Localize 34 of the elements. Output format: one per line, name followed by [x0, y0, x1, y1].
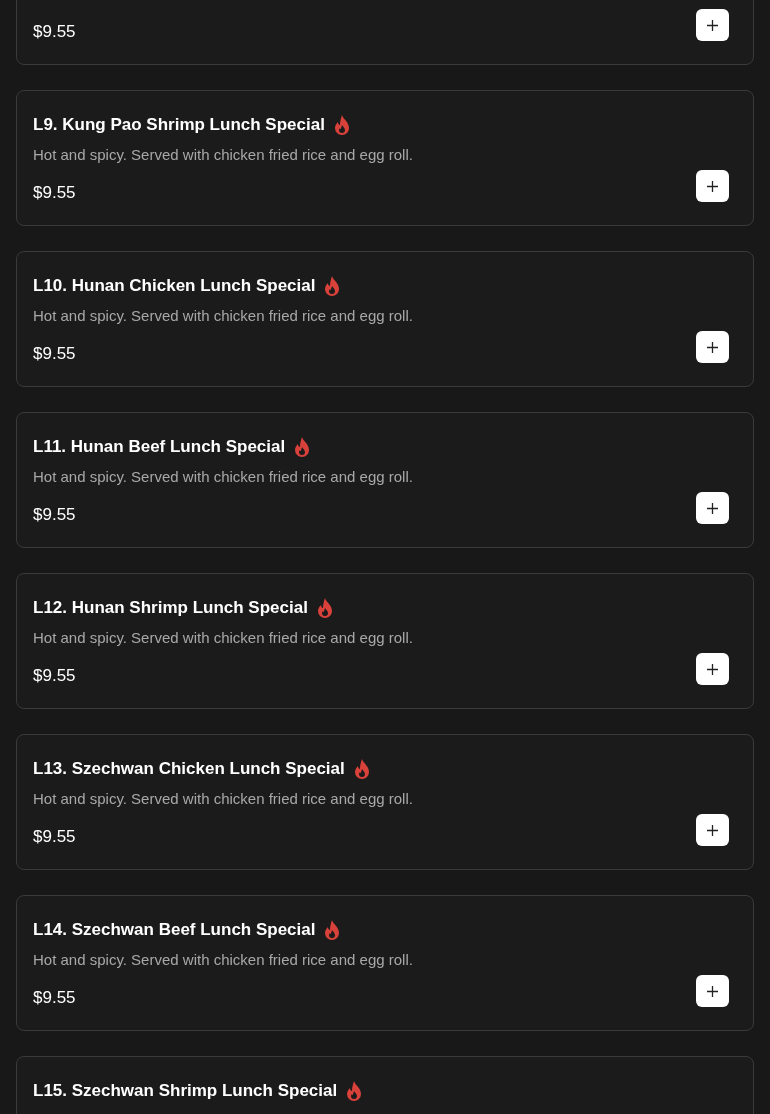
plus-icon [707, 180, 718, 192]
item-price: $9.55 [33, 343, 76, 365]
add-button[interactable] [696, 814, 729, 846]
add-button[interactable] [696, 170, 729, 202]
item-name: L11. Hunan Beef Lunch Special [33, 436, 286, 458]
item-description: Hot and spicy. Served with chicken fried rice and egg roll. [33, 468, 413, 485]
item-name: L12. Hunan Shrimp Lunch Special [33, 597, 308, 619]
item-price: $9.55 [33, 987, 76, 1009]
item-price: $9.55 [33, 504, 76, 526]
item-name: L13. Szechwan Chicken Lunch Special [33, 758, 345, 780]
item-description: Hot and spicy. Served with chicken fried rice and egg roll. [33, 629, 413, 646]
add-button[interactable] [696, 331, 729, 363]
plus-icon [707, 502, 718, 514]
item-description: Hot and spicy. Served with chicken fried rice and egg roll. [33, 146, 413, 163]
add-button[interactable] [696, 653, 729, 685]
item-name: L14. Szechwan Beef Lunch Special [33, 919, 316, 941]
item-price: $9.55 [33, 665, 76, 687]
add-button[interactable] [696, 492, 729, 524]
item-description: Hot and spicy. Served with chicken fried rice and egg roll. [33, 307, 413, 324]
plus-icon [707, 824, 718, 836]
add-button[interactable] [696, 9, 729, 41]
plus-icon [707, 341, 718, 353]
item-description: Hot and spicy. Served with chicken fried rice and egg roll. [33, 951, 413, 968]
item-name: L15. Szechwan Shrimp Lunch Special [33, 1080, 338, 1102]
item-name: L9. Kung Pao Shrimp Lunch Special [33, 114, 325, 136]
add-button[interactable] [696, 975, 729, 1007]
plus-icon [707, 19, 718, 31]
item-price: $9.55 [33, 21, 76, 43]
plus-icon [707, 663, 718, 675]
plus-icon [707, 985, 718, 997]
item-price: $9.55 [33, 182, 76, 204]
item-description: Hot and spicy. Served with chicken fried rice and egg roll. [33, 790, 413, 807]
item-name: L10. Hunan Chicken Lunch Special [33, 275, 316, 297]
item-price: $9.55 [33, 826, 76, 848]
